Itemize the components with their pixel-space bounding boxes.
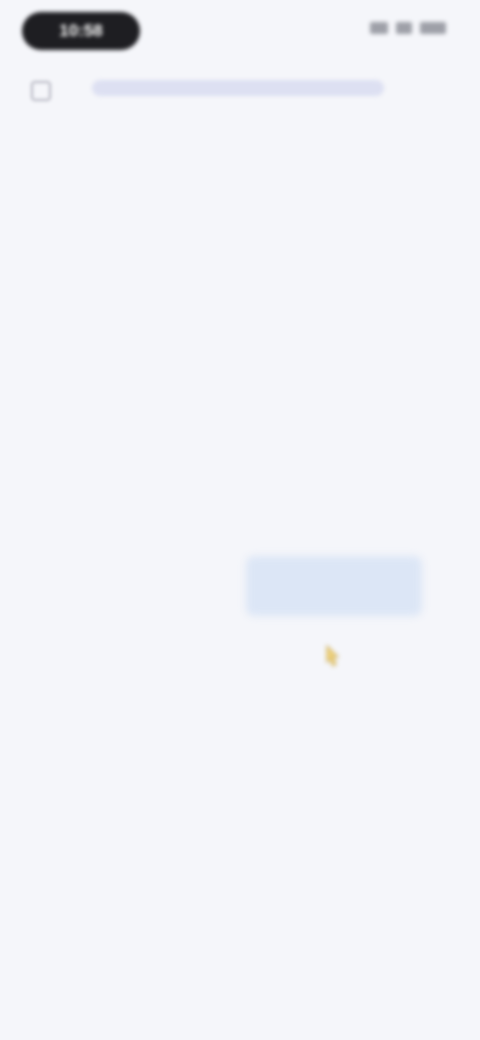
tabs-icon[interactable] bbox=[30, 80, 52, 102]
confirm-button[interactable] bbox=[246, 556, 422, 616]
status-icons bbox=[370, 22, 446, 34]
battery-icon bbox=[420, 22, 446, 34]
dialog-title bbox=[50, 290, 430, 318]
pointer-cursor-icon bbox=[326, 644, 340, 667]
url-bar[interactable] bbox=[0, 60, 480, 118]
wifi-icon bbox=[396, 22, 412, 34]
status-time: 10:58 bbox=[22, 12, 140, 50]
signal-icon bbox=[370, 22, 388, 34]
dialog-button-row bbox=[50, 546, 430, 616]
confirmation-dialog bbox=[50, 290, 430, 670]
url-text[interactable] bbox=[92, 80, 384, 96]
cancel-button[interactable] bbox=[78, 560, 214, 610]
status-bar: 10:58 bbox=[0, 0, 480, 60]
